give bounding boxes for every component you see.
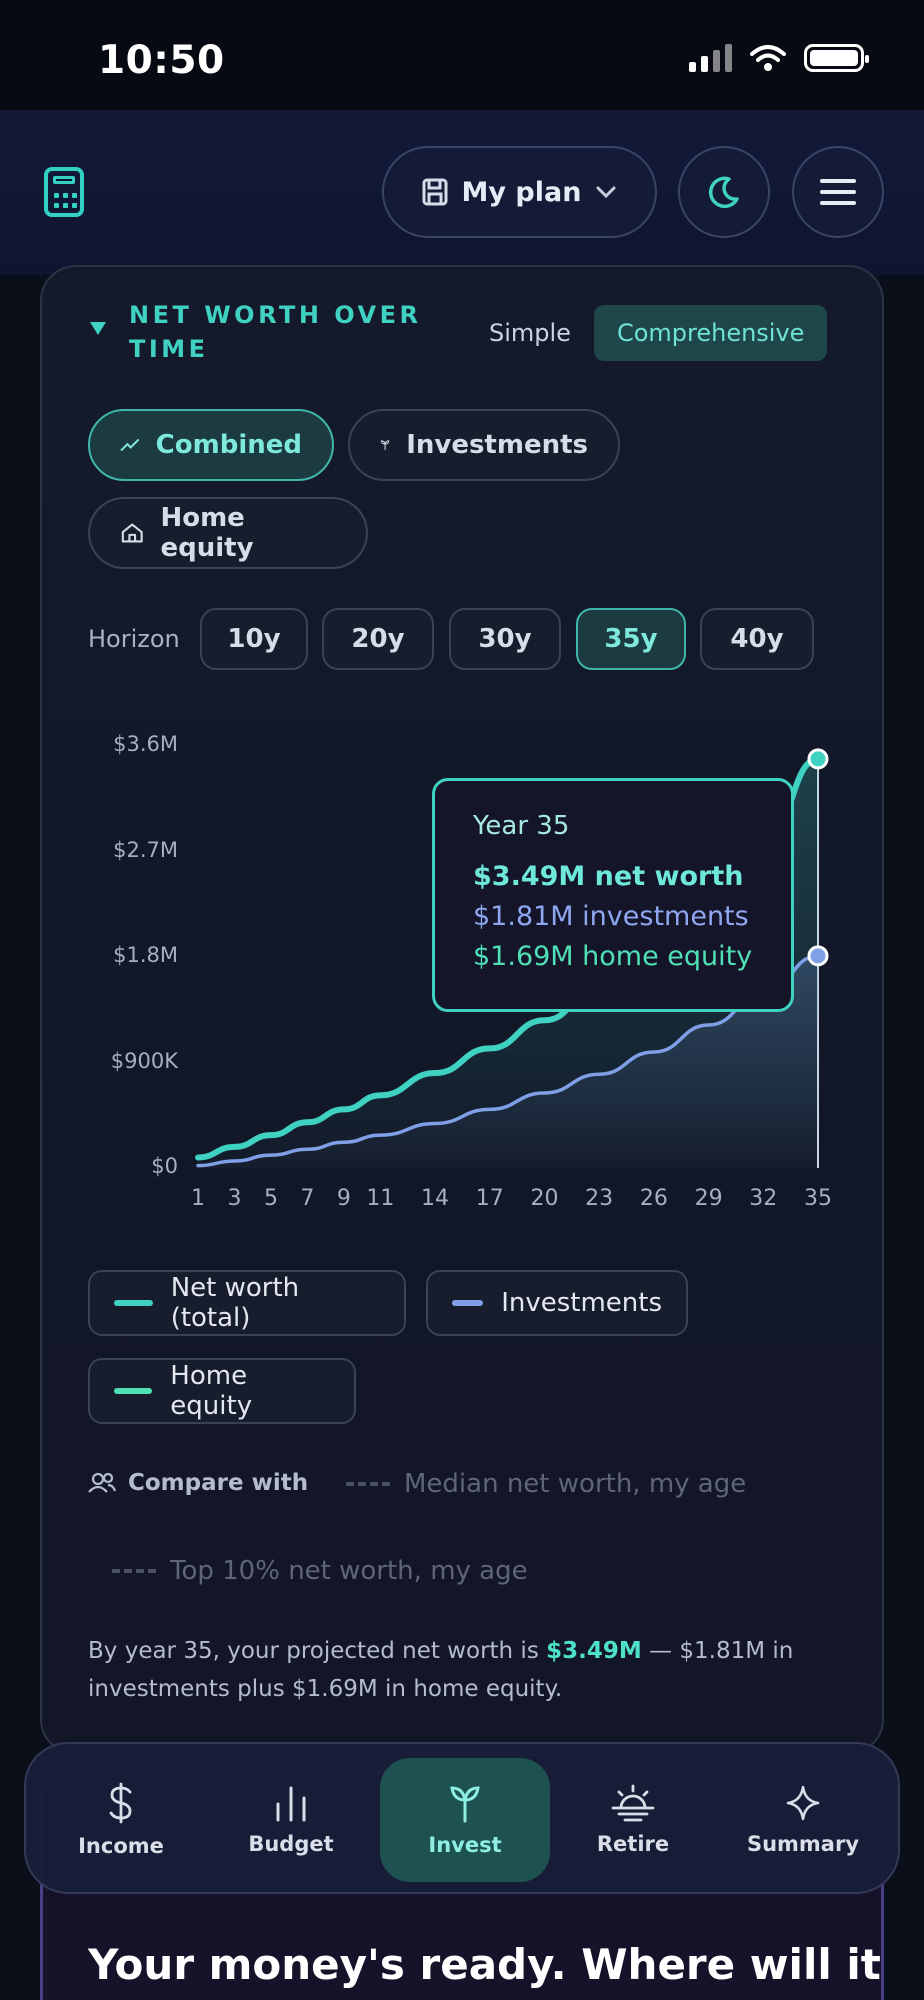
compare-label: Compare with [88, 1470, 308, 1496]
investments-endpoint [807, 945, 829, 967]
nav-budget[interactable]: Budget [206, 1744, 376, 1896]
nav-label: Summary [746, 1832, 860, 1856]
nav-income[interactable]: Income [36, 1744, 206, 1896]
legend-home-equity[interactable]: Home equity [88, 1358, 356, 1424]
compare-median-toggle[interactable]: Median net worth, my age [346, 1469, 746, 1499]
tooltip-year: Year 35 [473, 811, 570, 841]
x-tick-label: 32 [749, 1186, 778, 1211]
y-tick-label: $1.8M [113, 943, 178, 967]
y-tick-label: $900K [110, 1048, 178, 1073]
legend-swatch [452, 1300, 484, 1306]
dashed-line-icon [112, 1569, 156, 1573]
x-tick-label: 3 [227, 1186, 242, 1211]
compare-top10-toggle[interactable]: Top 10% net worth, my age [112, 1556, 528, 1586]
legend-investments[interactable]: Investments [426, 1270, 688, 1336]
compare-option-label: Median net worth, my age [404, 1469, 747, 1499]
y-tick-label: $2.7M [113, 837, 178, 862]
users-icon [88, 1472, 116, 1493]
x-tick-label: 35 [804, 1186, 832, 1211]
legend-label: Net worth (total) [170, 1273, 300, 1333]
sparkle-icon [786, 1785, 820, 1821]
y-tick-label: $3.6M [113, 732, 178, 756]
x-tick-label: 5 [263, 1186, 278, 1211]
legend-label: Home equity [170, 1361, 253, 1421]
net-worth-chart [195, 748, 829, 1168]
y-tick-label: $0 [151, 1154, 178, 1178]
x-tick-label: 11 [366, 1186, 395, 1211]
nav-label: Income [78, 1834, 164, 1858]
summary-text: By year 35, your projected net worth is … [88, 1632, 808, 1708]
compare-label-text: Compare with [128, 1470, 309, 1496]
nav-summary[interactable]: Summary [718, 1744, 888, 1896]
x-tick-label: 9 [336, 1186, 351, 1211]
x-tick-label: 17 [475, 1186, 504, 1211]
x-tick-label: 26 [639, 1186, 668, 1211]
legend-swatch [114, 1300, 153, 1306]
tooltip-investments: $1.81M investments [473, 901, 749, 932]
x-tick-label: 29 [694, 1186, 723, 1211]
legend-swatch [114, 1388, 153, 1394]
x-tick-label: 7 [300, 1186, 315, 1211]
tooltip-home-equity: $1.69M home equity [473, 941, 753, 972]
dashed-line-icon [346, 1482, 390, 1486]
x-tick-label: 1 [191, 1186, 205, 1211]
x-tick-label: 23 [585, 1186, 614, 1211]
compare-option-label: Top 10% net worth, my age [170, 1556, 528, 1586]
nav-label: Retire [596, 1832, 670, 1856]
next-card-title: Your money's ready. Where will it [88, 1940, 881, 1989]
sprout-icon [450, 1786, 480, 1823]
bottom-nav: Income Budget Invest Retire Summary [24, 1742, 900, 1894]
summary-highlight: $3.49M [546, 1638, 642, 1664]
bar-chart-icon [276, 1786, 306, 1822]
nav-invest[interactable]: Invest [380, 1758, 550, 1882]
legend-label: Investments [501, 1288, 662, 1318]
nav-retire[interactable]: Retire [548, 1744, 718, 1896]
x-tick-label: 14 [421, 1186, 450, 1211]
legend-net-worth[interactable]: Net worth (total) [88, 1270, 406, 1336]
dollar-icon [109, 1782, 132, 1824]
nav-label: Budget [248, 1832, 334, 1856]
sunset-icon [611, 1784, 655, 1822]
tooltip-net-worth: $3.49M net worth [473, 861, 744, 892]
summary-prefix: By year 35, your projected net worth is [88, 1638, 539, 1664]
nav-label: Invest [428, 1833, 502, 1857]
chart-tooltip: Year 35 $3.49M net worth $1.81M investme… [432, 778, 794, 1012]
x-tick-label: 20 [530, 1186, 559, 1211]
net-worth-endpoint [807, 748, 829, 770]
